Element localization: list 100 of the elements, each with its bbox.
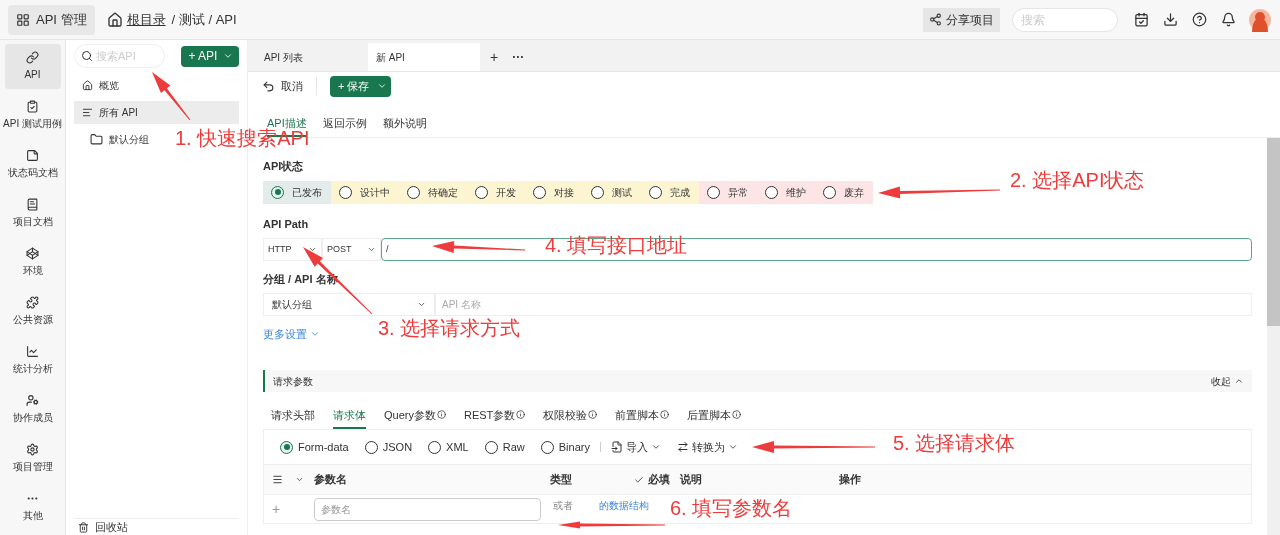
param-name-field[interactable]: 参数名 — [314, 497, 542, 521]
nav-item[interactable]: API 测试用例 — [4, 93, 61, 138]
nav-item[interactable]: 项目文档 — [4, 191, 61, 236]
breadcrumb-path: / 测试 / API — [171, 10, 237, 29]
param-tab[interactable]: 权限校验 — [543, 406, 598, 429]
nav-item[interactable]: API — [4, 44, 61, 89]
radio-button[interactable] — [707, 185, 720, 199]
import-icon — [610, 441, 623, 453]
radio-button[interactable] — [364, 440, 378, 454]
save-button[interactable]: + 保存 — [330, 75, 392, 97]
param-tab[interactable]: 请求头部 — [271, 406, 315, 429]
info-icon — [436, 410, 446, 420]
home-icon — [106, 11, 123, 28]
nav-item[interactable]: 环境 — [4, 240, 61, 285]
radio-button[interactable] — [823, 185, 836, 199]
import-button[interactable]: 导入 — [610, 438, 661, 456]
settings-icon — [26, 443, 39, 456]
breadcrumb-link[interactable]: 根目录 — [126, 9, 166, 30]
convert-button[interactable]: 转换为 — [676, 438, 738, 456]
param-tab[interactable]: 后置脚本 — [687, 406, 742, 429]
body-type-option[interactable]: Raw — [484, 438, 525, 456]
status-option[interactable]: 待确定 — [399, 180, 467, 204]
calendar-icon[interactable] — [1134, 12, 1149, 27]
status-option[interactable]: 废弃 — [815, 180, 873, 204]
radio-button[interactable] — [280, 440, 293, 454]
menu-icon[interactable] — [272, 474, 283, 485]
radio-button[interactable] — [271, 185, 284, 199]
body-type-option[interactable]: XML — [428, 438, 469, 456]
status-option[interactable]: 异常 — [699, 180, 757, 204]
data-structure-link[interactable]: 的数据结构 — [599, 497, 650, 513]
radio-button[interactable] — [649, 185, 662, 199]
tree-item[interactable]: 默认分组 — [74, 128, 155, 151]
document-tab[interactable]: 新 API — [368, 43, 480, 71]
status-option[interactable]: 测试 — [583, 180, 641, 204]
undo-icon — [262, 79, 275, 93]
section-tab[interactable]: 额外说明 — [382, 114, 427, 137]
param-tab[interactable]: 请求体 — [333, 406, 366, 429]
annotation-text: 4. 填写接口地址 — [545, 235, 688, 255]
add-tab-button[interactable]: + — [480, 43, 509, 71]
radio-button[interactable] — [475, 185, 488, 199]
more-settings-link[interactable]: 更多设置 — [263, 325, 320, 342]
body-type-option[interactable]: Form-data — [280, 438, 349, 456]
section-title: 请求参数 — [273, 374, 313, 389]
trash-icon[interactable] — [78, 521, 89, 533]
param-tab[interactable]: 前置脚本 — [615, 406, 670, 429]
radio-button[interactable] — [540, 440, 554, 454]
status-option[interactable]: 对接 — [525, 180, 583, 204]
document-tab[interactable]: API 列表 — [256, 43, 368, 71]
status-option[interactable]: 维护 — [757, 180, 815, 204]
group-select[interactable]: 默认分组 — [263, 292, 435, 316]
download-icon[interactable] — [1163, 12, 1178, 27]
avatar[interactable] — [1248, 7, 1272, 32]
arrow — [152, 72, 191, 121]
param-tab[interactable]: Query参数 — [384, 406, 446, 429]
app-menu-button[interactable]: API 管理 — [8, 4, 95, 35]
annotation-text: 2. 选择API状态 — [1010, 170, 1145, 190]
nav-item[interactable]: 统计分析 — [4, 338, 61, 383]
radio-button[interactable] — [591, 185, 604, 199]
radio-button[interactable] — [765, 185, 778, 199]
list-icon — [82, 107, 93, 118]
status-option[interactable]: 设计中 — [331, 180, 399, 204]
link-icon — [26, 51, 39, 64]
collapse-button[interactable]: 收起 — [1211, 373, 1244, 389]
radio-button[interactable] — [407, 185, 420, 199]
nav-item[interactable]: 公共资源 — [4, 289, 61, 334]
radio-button[interactable] — [339, 185, 352, 199]
search-icon — [81, 50, 93, 62]
api-name-field[interactable]: API 名称 — [435, 292, 1252, 316]
radio-button[interactable] — [533, 185, 546, 199]
caret-icon — [223, 51, 234, 61]
bell-icon[interactable] — [1221, 12, 1236, 27]
cancel-button[interactable]: 取消 — [262, 77, 303, 95]
nav-item[interactable]: 其他 — [4, 485, 61, 530]
tree-item[interactable]: 所有 API — [74, 101, 239, 124]
status-option[interactable]: 完成 — [641, 180, 699, 204]
more-tabs-button[interactable]: ··· — [508, 43, 529, 71]
nav-item[interactable]: 项目管理 — [4, 436, 61, 481]
share-button[interactable]: 分享项目 — [923, 7, 1000, 32]
radio-button[interactable] — [428, 440, 442, 454]
body-type-option[interactable]: Binary — [540, 438, 590, 456]
nav-item[interactable]: 协作成员 — [4, 387, 61, 432]
status-option[interactable]: 开发 — [467, 180, 525, 204]
help-icon[interactable] — [1192, 12, 1207, 27]
info-icon — [660, 410, 670, 420]
caret-icon[interactable] — [295, 475, 304, 484]
column-header: 类型 — [550, 472, 573, 488]
protocol-select[interactable]: HTTP — [263, 238, 322, 261]
note-icon — [26, 149, 39, 162]
trash-label[interactable]: 回收站 — [95, 518, 128, 535]
status-option[interactable]: 已发布 — [263, 180, 331, 204]
method-select[interactable]: POST — [322, 238, 381, 261]
add-api-button[interactable]: + API — [181, 45, 239, 67]
param-tab[interactable]: REST参数 — [463, 406, 526, 429]
radio-button[interactable] — [484, 440, 498, 454]
nav-item[interactable]: 状态码文档 — [4, 142, 61, 187]
caret-icon — [727, 442, 738, 452]
caret-icon — [308, 245, 317, 254]
tree-item[interactable]: 概览 — [74, 74, 239, 97]
body-type-option[interactable]: JSON — [364, 438, 413, 456]
section-tab[interactable]: 返回示例 — [322, 114, 367, 137]
